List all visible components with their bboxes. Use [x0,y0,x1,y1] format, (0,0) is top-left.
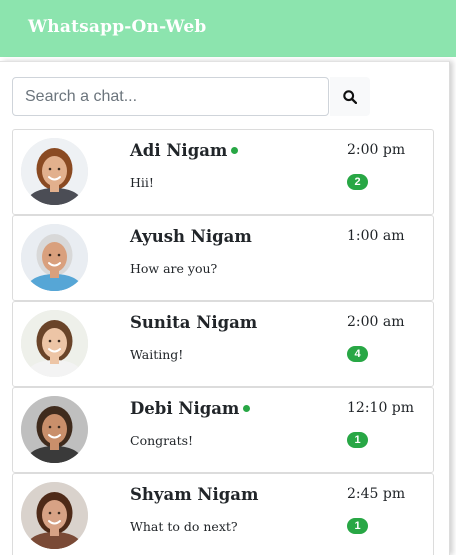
avatar [21,482,88,549]
unread-badge: 4 [347,346,368,362]
contact-name: Sunita Nigam [130,313,258,332]
last-message: Waiting! [130,347,184,362]
avatar [21,310,88,377]
contact-name: Adi Nigam [130,141,228,160]
app-brand[interactable]: Whatsapp-On-Web [28,17,206,37]
contact-name: Shyam Nigam [130,485,259,504]
last-message: Congrats! [130,433,194,448]
chat-item[interactable]: Sunita Nigam Waiting! 2:00 am 4 [12,301,434,387]
online-status-icon [231,147,239,154]
portrait-image [21,396,88,463]
chat-item[interactable]: Debi Nigam Congrats! 12:10 pm 1 [12,387,434,473]
avatar [21,138,88,205]
search-button[interactable] [330,77,370,116]
unread-badge: 1 [347,432,368,448]
portrait-image [21,224,88,291]
message-time: 12:10 pm [347,400,415,416]
chat-item[interactable]: Shyam Nigam What to do next? 2:45 pm 1 [12,473,434,555]
chat-list: Adi Nigam Hii! 2:00 pm 2 Ayush Nigam How… [12,129,434,555]
avatar [21,396,88,463]
chat-item[interactable]: Adi Nigam Hii! 2:00 pm 2 [12,129,434,215]
unread-badge: 2 [347,174,368,190]
portrait-image [21,138,88,205]
search-icon [343,89,357,104]
portrait-image [21,310,88,377]
avatar [21,224,88,291]
navbar: Whatsapp-On-Web [0,0,456,57]
contact-name: Ayush Nigam [130,227,252,246]
message-time: 1:00 am [347,228,405,244]
last-message: Hii! [130,175,154,190]
contact-name: Debi Nigam [130,399,240,418]
portrait-image [21,482,88,549]
message-time: 2:00 pm [347,142,406,158]
message-time: 2:00 am [347,314,405,330]
last-message: How are you? [130,261,218,276]
message-time: 2:45 pm [347,486,406,502]
search-input[interactable] [12,77,329,116]
unread-badge: 1 [347,518,368,534]
last-message: What to do next? [130,519,238,534]
chat-item[interactable]: Ayush Nigam How are you? 1:00 am [12,215,434,301]
online-status-icon [243,405,251,412]
chat-panel: Adi Nigam Hii! 2:00 pm 2 Ayush Nigam How… [0,61,450,555]
